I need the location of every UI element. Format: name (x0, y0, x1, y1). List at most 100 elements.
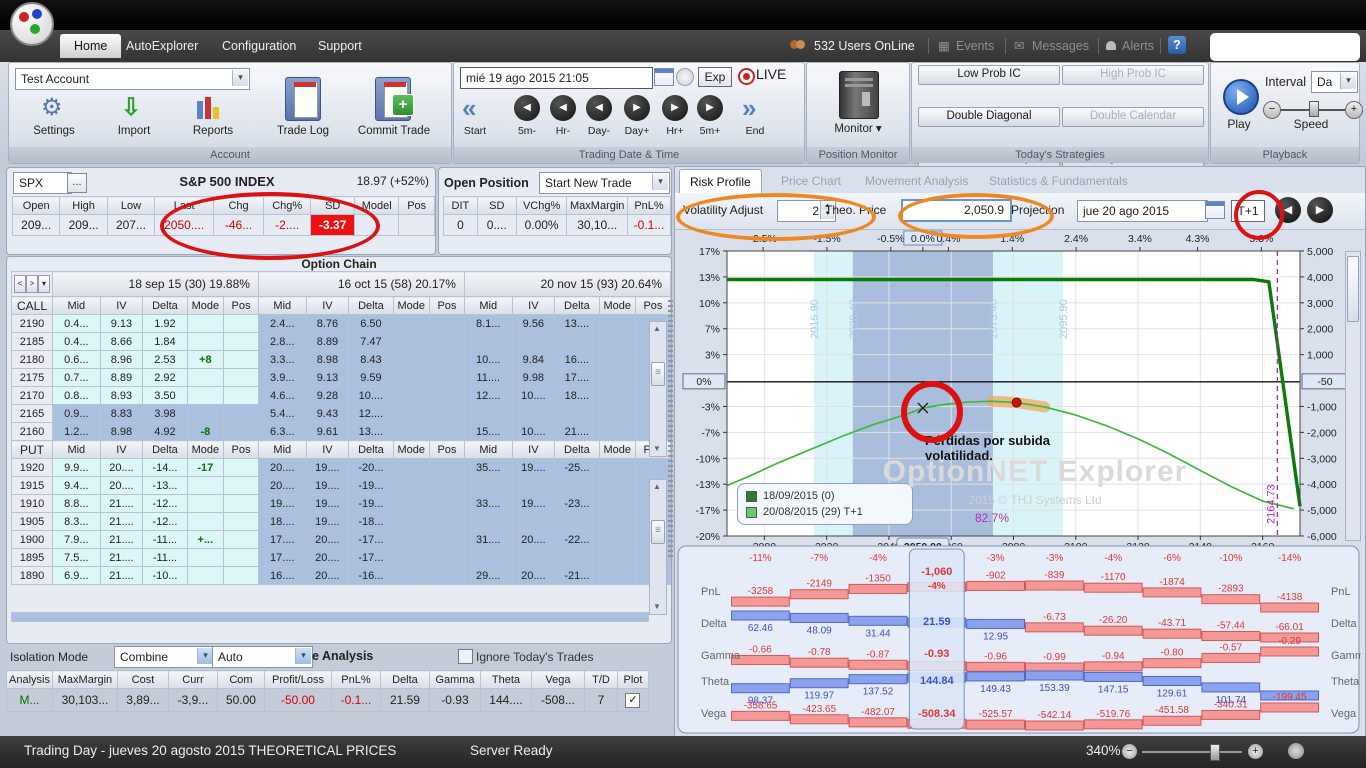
nav-hr-button[interactable]: ▶ (662, 95, 688, 121)
projection-date-input[interactable]: jue 20 ago 2015 (1077, 200, 1208, 222)
chain-cell[interactable]: 20.... (512, 567, 555, 585)
chain-strike[interactable]: 2190 (12, 315, 53, 333)
chain-strike[interactable]: 1890 (12, 567, 53, 585)
chain-cell[interactable] (429, 477, 464, 495)
chain-cell[interactable]: 8.93 (100, 387, 143, 405)
chain-cell[interactable] (223, 387, 258, 405)
chevron-down-icon[interactable]: ▾ (1340, 73, 1356, 89)
chain-cell[interactable]: 8.89 (100, 369, 143, 387)
chain-cell[interactable]: 16.... (555, 351, 599, 369)
strategy-double-diagonal[interactable]: Double Diagonal (918, 107, 1060, 127)
chain-cell[interactable]: 9.56 (512, 315, 555, 333)
chain-cell[interactable] (187, 387, 223, 405)
chain-cell[interactable]: 20.... (512, 531, 555, 549)
chain-cell[interactable] (223, 549, 258, 567)
tab-price-chart[interactable]: Price Chart (771, 169, 851, 193)
chain-cell[interactable] (429, 423, 464, 441)
tab-movement-analysis[interactable]: Movement Analysis (855, 169, 978, 193)
chain-cell[interactable]: 8.1... (464, 315, 512, 333)
chain-cell[interactable]: -19... (349, 477, 393, 495)
chain-cell[interactable]: 8.76 (306, 315, 349, 333)
chain-cell[interactable]: 9.4... (53, 477, 101, 495)
chain-cell[interactable] (393, 387, 429, 405)
chain-cell[interactable] (187, 513, 223, 531)
chain-cell[interactable]: -17 (187, 459, 223, 477)
chain-cell[interactable]: 8.96 (100, 351, 143, 369)
tab-autoexplorer[interactable]: AutoExplorer (112, 34, 212, 58)
panel-splitter[interactable] (668, 300, 673, 560)
chain-cell[interactable]: 21.... (100, 549, 143, 567)
chain-cell[interactable]: 20.... (306, 549, 349, 567)
chain-cell[interactable] (599, 333, 635, 351)
chain-cell[interactable] (393, 315, 429, 333)
chain-cell[interactable] (599, 315, 635, 333)
events-link[interactable]: Events (956, 36, 994, 56)
scrollbar-thumb[interactable] (1347, 256, 1359, 322)
chain-cell[interactable]: 0.7... (53, 369, 101, 387)
chain-cell[interactable]: +... (187, 531, 223, 549)
scrollbar-thumb[interactable]: ≡ (651, 362, 665, 386)
chain-cell[interactable] (429, 567, 464, 585)
chain-cell[interactable]: 20.... (306, 567, 349, 585)
chain-cell[interactable] (393, 513, 429, 531)
chain-cell[interactable] (223, 513, 258, 531)
nav-hr-button[interactable]: ◀ (550, 95, 576, 121)
chain-cell[interactable]: 0.6... (53, 351, 101, 369)
nav-day-button[interactable]: ◀ (586, 95, 612, 121)
monitor-dropdown-button[interactable]: Monitor ▾ (813, 121, 903, 135)
chain-cell[interactable]: 1.92 (143, 315, 187, 333)
chain-cell[interactable]: -21... (555, 567, 599, 585)
chain-cell[interactable] (393, 477, 429, 495)
symbol-input[interactable]: SPX (13, 172, 72, 194)
chain-cell[interactable] (187, 333, 223, 351)
import-button[interactable]: Import (99, 125, 169, 137)
chain-cell[interactable] (599, 351, 635, 369)
chain-cell[interactable]: +8 (187, 351, 223, 369)
chain-cell[interactable]: 5.4... (258, 405, 306, 423)
speed-plus-button[interactable]: + (1345, 101, 1363, 119)
chain-cell[interactable] (429, 459, 464, 477)
chain-strike[interactable]: 2175 (12, 369, 53, 387)
scroll-up-icon[interactable]: ▲ (650, 322, 664, 336)
chain-cell[interactable]: -13... (143, 477, 187, 495)
projection-calendar-icon[interactable] (1205, 201, 1225, 219)
chain-cell[interactable]: 18.... (258, 513, 306, 531)
chain-cell[interactable]: 9.84 (512, 351, 555, 369)
speed-minus-button[interactable]: − (1263, 101, 1281, 119)
chain-cell[interactable]: 7.47 (349, 333, 393, 351)
chain-cell[interactable]: 17.... (258, 549, 306, 567)
chain-cell[interactable] (393, 405, 429, 423)
chain-cell[interactable]: 31.... (464, 531, 512, 549)
chart-scrollbar[interactable] (1345, 251, 1361, 541)
prev-day-button[interactable]: ◀ (1275, 197, 1301, 223)
chain-cell[interactable] (599, 549, 635, 567)
account-select[interactable]: Test Account ▾ (15, 68, 250, 90)
chain-cell[interactable]: 21.... (555, 423, 599, 441)
chain-cell[interactable]: -23... (555, 495, 599, 513)
strategy-low-prob-ic[interactable]: Low Prob IC (918, 65, 1060, 85)
scroll-up-icon[interactable]: ▲ (650, 480, 664, 494)
chain-cell[interactable]: 9.13 (100, 315, 143, 333)
reports-button[interactable]: Reports (181, 125, 245, 137)
alerts-link[interactable]: Alerts (1122, 36, 1154, 56)
tab-statistics-fundamentals[interactable]: Statistics & Fundamentals (979, 169, 1138, 193)
chain-cell[interactable] (187, 477, 223, 495)
chain-cell[interactable]: 12.... (349, 405, 393, 423)
chain-cell[interactable]: 19.... (306, 513, 349, 531)
chain-cell[interactable] (223, 477, 258, 495)
chain-cell[interactable]: 20.... (258, 477, 306, 495)
chain-strike[interactable]: 2180 (12, 351, 53, 369)
chain-cell[interactable]: -19... (349, 495, 393, 513)
chain-cell[interactable]: 9.13 (306, 369, 349, 387)
chain-cell[interactable] (187, 369, 223, 387)
clock-icon[interactable] (676, 68, 694, 86)
trade-select[interactable]: Start New Trade ▾ (539, 172, 670, 194)
chain-month-3[interactable]: 20 nov 15 (93) 20.64% (464, 272, 670, 297)
chain-cell[interactable]: 8.43 (349, 351, 393, 369)
chain-strike[interactable]: 1905 (12, 513, 53, 531)
chain-cell[interactable]: 9.9... (53, 459, 101, 477)
chain-cell[interactable] (393, 459, 429, 477)
chain-cell[interactable]: 13.... (349, 423, 393, 441)
chain-cell[interactable]: 12.... (464, 387, 512, 405)
t-plus-1-button[interactable]: T+1 (1231, 200, 1265, 222)
